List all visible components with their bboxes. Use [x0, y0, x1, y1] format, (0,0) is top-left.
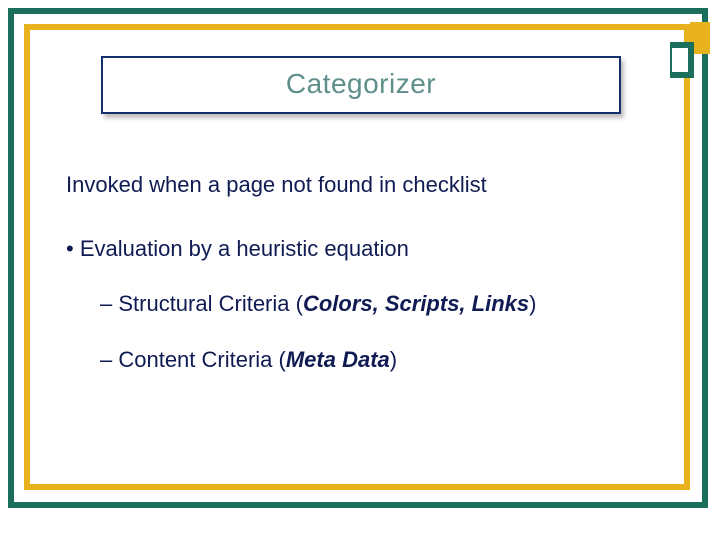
slide-title: Categorizer: [286, 68, 436, 99]
bullet-text: Evaluation by a heuristic equation: [80, 236, 409, 261]
sub-suffix: ): [390, 347, 397, 372]
bullet-level2-structural: – Structural Criteria (Colors, Scripts, …: [100, 289, 646, 319]
corner-accent-white: [672, 48, 688, 72]
bullet-marker: •: [66, 236, 80, 261]
bullet-level2-content: – Content Criteria (Meta Data): [100, 345, 646, 375]
sub-prefix: – Structural Criteria (: [100, 291, 303, 316]
lead-text: Invoked when a page not found in checkli…: [66, 170, 646, 200]
sub-prefix: – Content Criteria (: [100, 347, 286, 372]
bullet-level1: • Evaluation by a heuristic equation: [66, 234, 646, 264]
title-box: Categorizer: [101, 56, 621, 114]
slide-content: Categorizer Invoked when a page not foun…: [30, 30, 684, 484]
slide-body: Invoked when a page not found in checkli…: [66, 170, 656, 375]
inner-frame: Categorizer Invoked when a page not foun…: [24, 24, 690, 490]
outer-frame: Categorizer Invoked when a page not foun…: [8, 8, 708, 508]
sub-emphasis: Colors, Scripts, Links: [303, 291, 529, 316]
sub-suffix: ): [529, 291, 536, 316]
sub-emphasis: Meta Data: [286, 347, 390, 372]
